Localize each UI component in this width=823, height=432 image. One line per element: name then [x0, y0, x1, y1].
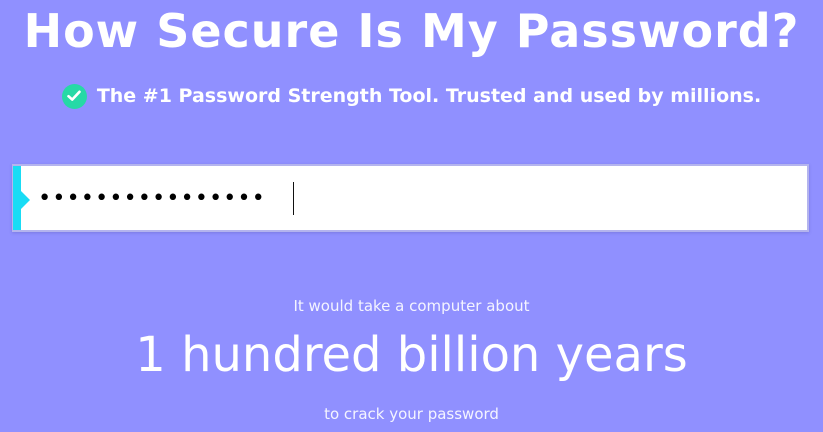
- check-circle-icon: [61, 83, 87, 109]
- page-title: How Secure Is My Password?: [23, 4, 800, 58]
- strength-marker-arrow: [21, 191, 30, 209]
- tagline: The #1 Password Strength Tool. Trusted a…: [0, 83, 823, 109]
- strength-marker: [13, 166, 21, 230]
- password-input[interactable]: [38, 176, 798, 220]
- crack-time: 1 hundred billion years: [135, 327, 688, 383]
- text-cursor: [293, 182, 294, 215]
- result-intro: It would take a computer about: [293, 297, 530, 315]
- password-field-container[interactable]: [12, 164, 809, 232]
- tagline-text: The #1 Password Strength Tool. Trusted a…: [96, 85, 762, 107]
- result-outro: to crack your password: [324, 405, 499, 423]
